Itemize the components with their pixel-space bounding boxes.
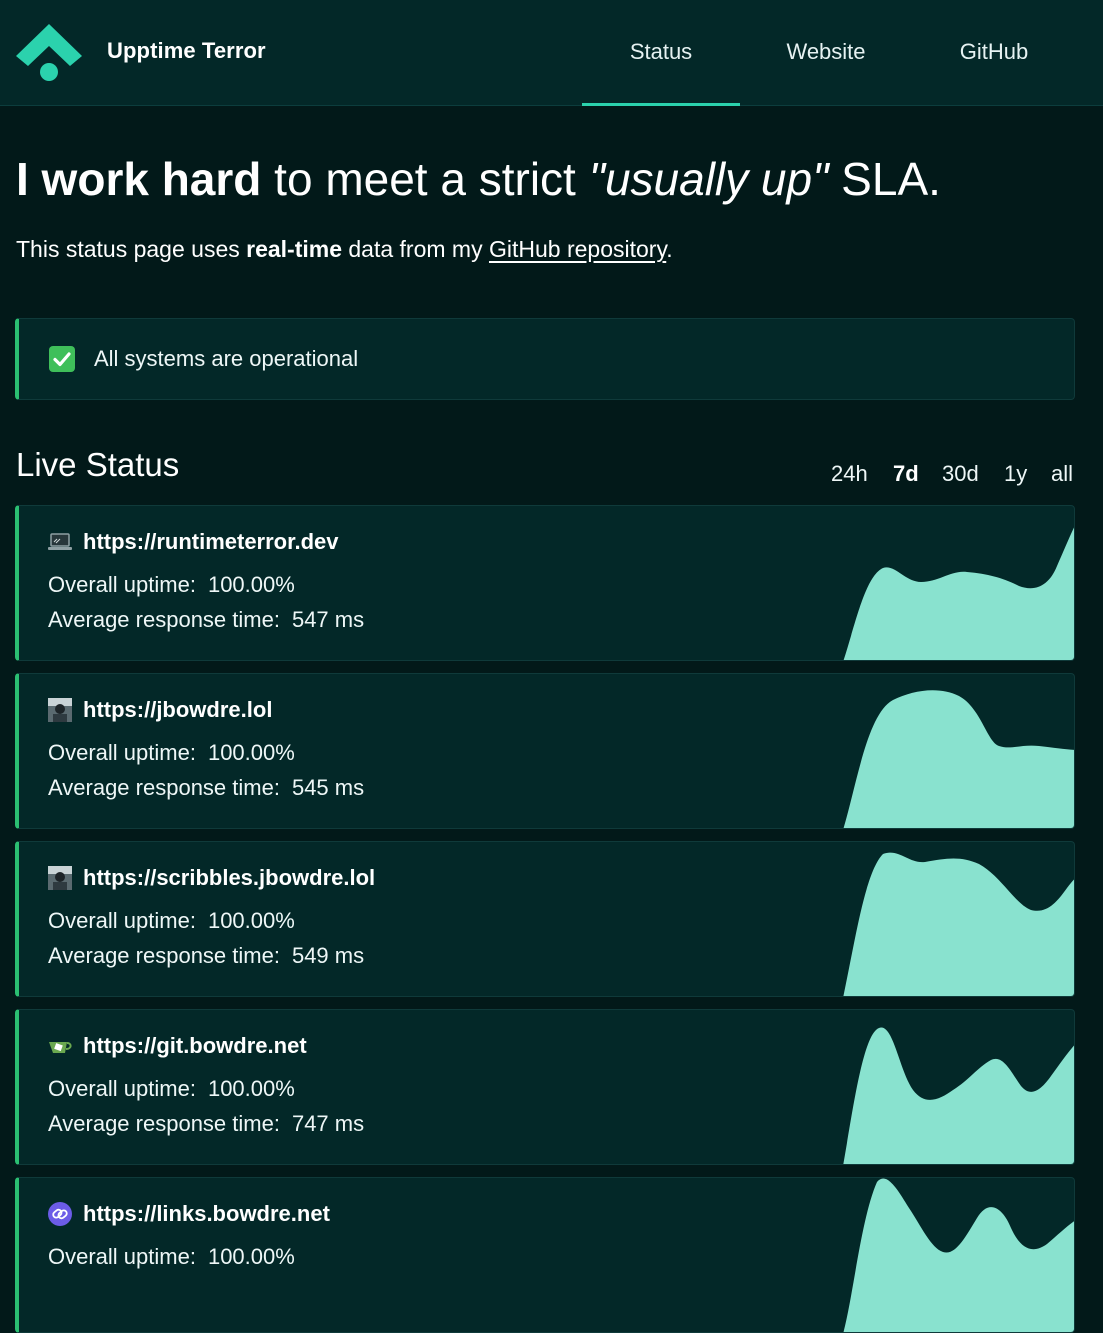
- range-30d[interactable]: 30d: [942, 461, 979, 487]
- response-time-sparkline: [843, 852, 1074, 996]
- response-value: 547 ms: [291, 607, 365, 632]
- range-all[interactable]: all: [1051, 461, 1073, 487]
- response-value: 747 ms: [291, 1111, 365, 1136]
- nav-website[interactable]: Website: [760, 0, 892, 105]
- upptime-logo-icon[interactable]: [14, 20, 84, 84]
- uptime-row: Overall uptime: 100.00%: [48, 908, 295, 934]
- response-label: Average response time:: [48, 607, 280, 632]
- response-time-sparkline: [843, 1027, 1074, 1164]
- site-card-runtimeterror[interactable]: https://runtimeterror.dev Overall uptime…: [15, 505, 1075, 661]
- response-value: 549 ms: [291, 943, 365, 968]
- subtitle-middle: data from my: [342, 236, 489, 262]
- nav-status[interactable]: Status: [582, 0, 740, 106]
- response-label: Average response time:: [48, 775, 280, 800]
- site-url[interactable]: https://scribbles.jbowdre.lol: [83, 865, 375, 891]
- subtitle-end: .: [666, 236, 673, 262]
- response-row: Average response time: 545 ms: [48, 775, 364, 801]
- range-24h[interactable]: 24h: [831, 461, 868, 487]
- site-url[interactable]: https://runtimeterror.dev: [83, 529, 338, 555]
- site-url[interactable]: https://links.bowdre.net: [83, 1201, 330, 1227]
- response-time-sparkline: [843, 690, 1074, 828]
- uptime-label: Overall uptime:: [48, 572, 196, 597]
- subtitle-start: This status page uses: [16, 236, 247, 262]
- response-row: Average response time: 549 ms: [48, 943, 364, 969]
- uptime-value: 100.00%: [207, 1244, 295, 1269]
- uptime-label: Overall uptime:: [48, 908, 196, 933]
- uptime-label: Overall uptime:: [48, 1076, 196, 1101]
- uptime-row: Overall uptime: 100.00%: [48, 1244, 295, 1270]
- github-repo-link[interactable]: GitHub repository: [489, 236, 666, 262]
- teacup-icon: [49, 1042, 72, 1053]
- status-banner-text: All systems are operational: [94, 346, 359, 371]
- brand-name[interactable]: Upptime Terror: [107, 38, 266, 64]
- uptime-label: Overall uptime:: [48, 1244, 196, 1269]
- page-title: I work hard to meet a strict "usually up…: [16, 152, 941, 206]
- site-card-jbowdre[interactable]: https://jbowdre.lol Overall uptime: 100.0…: [15, 673, 1075, 829]
- avatar-icon: [48, 866, 72, 890]
- response-row: Average response time: 747 ms: [48, 1111, 364, 1137]
- response-time-sparkline: [843, 527, 1074, 660]
- page-subtitle: This status page uses real-time data fro…: [16, 236, 673, 263]
- link-icon: [48, 1202, 72, 1226]
- uptime-row: Overall uptime: 100.00%: [48, 1076, 295, 1102]
- site-card-scribbles[interactable]: https://scribbles.jbowdre.lol Overall up…: [15, 841, 1075, 997]
- site-card-links[interactable]: https://links.bowdre.net Overall uptime:…: [15, 1177, 1075, 1333]
- site-url[interactable]: https://jbowdre.lol: [83, 697, 272, 723]
- range-1y[interactable]: 1y: [1004, 461, 1027, 487]
- subtitle-bold: real-time: [246, 236, 342, 262]
- title-quote: "usually up": [588, 153, 829, 205]
- status-banner: All systems are operational: [15, 318, 1075, 400]
- response-label: Average response time:: [48, 1111, 280, 1136]
- site-url[interactable]: https://git.bowdre.net: [83, 1033, 307, 1059]
- live-status-heading: Live Status: [16, 446, 180, 483]
- avatar-icon: [48, 698, 72, 722]
- uptime-value: 100.00%: [207, 1076, 295, 1101]
- response-value: 545 ms: [291, 775, 365, 800]
- uptime-value: 100.00%: [207, 740, 295, 765]
- uptime-row: Overall uptime: 100.00%: [48, 572, 295, 598]
- range-7d[interactable]: 7d: [893, 461, 919, 487]
- title-end: SLA.: [828, 153, 941, 205]
- uptime-value: 100.00%: [207, 908, 295, 933]
- response-label: Average response time:: [48, 943, 280, 968]
- top-header: Upptime Terror Status Website GitHub: [0, 0, 1103, 106]
- uptime-value: 100.00%: [207, 572, 295, 597]
- nav-github[interactable]: GitHub: [930, 0, 1058, 105]
- title-middle: to meet a strict: [261, 153, 589, 205]
- uptime-label: Overall uptime:: [48, 740, 196, 765]
- response-row: Average response time: 547 ms: [48, 607, 364, 633]
- uptime-row: Overall uptime: 100.00%: [48, 740, 295, 766]
- response-time-sparkline: [843, 1178, 1074, 1332]
- site-card-git[interactable]: https://git.bowdre.net Overall uptime: 10…: [15, 1009, 1075, 1165]
- check-mark-icon: [49, 346, 75, 372]
- title-emphasis: I work hard: [16, 153, 262, 205]
- laptop-icon: [48, 533, 72, 550]
